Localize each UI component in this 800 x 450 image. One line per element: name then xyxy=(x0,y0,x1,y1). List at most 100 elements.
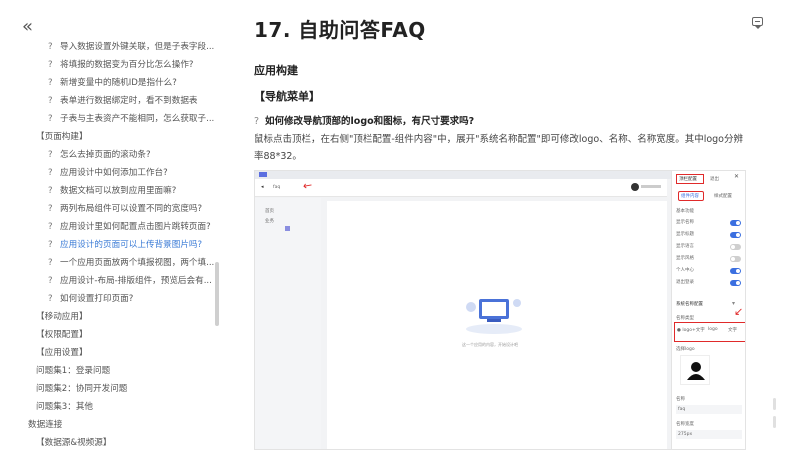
sidebar-question-item[interactable]: ? 子表与主表资产不能相同，怎么获取子... xyxy=(48,113,216,125)
avatar xyxy=(631,183,639,191)
config-panel: 顶栏配置 退出 ✕ 组件内容 样式配置 基本功能 显示名称 显示标题 显示语言 显示风… xyxy=(671,171,745,449)
sidebar-category-item[interactable]: 【移动应用】 xyxy=(36,311,216,323)
width-input[interactable]: 275px xyxy=(676,430,742,439)
subsection-heading: 【导航菜单】 xyxy=(254,90,320,103)
config-row-toggle[interactable] xyxy=(730,256,741,262)
mock-nav-item: 首页 xyxy=(265,209,274,214)
question-icon: ? xyxy=(48,186,53,196)
sidebar-item-label: 问题集1：登录问题 xyxy=(36,366,111,376)
question-icon: ? xyxy=(48,276,53,286)
mock-nav-item: 业务 xyxy=(265,219,274,224)
sidebar-item-label: 一个应用页面放两个填报视图，两个填... xyxy=(60,258,215,268)
red-arrow-icon: ↙ xyxy=(300,177,316,194)
sidebar-question-item[interactable]: ? 表单进行数据绑定时，看不到数据表 xyxy=(48,95,216,107)
question-icon: ? xyxy=(48,60,53,70)
sidebar-question-item[interactable]: ? 应用设计-布局-排版组件，预览后会有... xyxy=(48,275,216,287)
config-row-label: 显示名称 xyxy=(676,220,694,225)
sidebar-category-item[interactable]: 问题集2：协同开发问题 xyxy=(36,383,216,395)
upload-logo-label: 选择logo xyxy=(676,347,695,352)
sidebar-question-item[interactable]: ? 导入数据设置外键关联，但是子表字段... xyxy=(48,41,216,53)
user-avatar-icon xyxy=(687,362,705,380)
question-text: 如何修改导航顶部的logo和图标，有尺寸要求吗? xyxy=(265,116,475,127)
sidebar-question-item[interactable]: ? 两列布局组件可以设置不同的宽度吗? xyxy=(48,203,216,215)
radio-text[interactable]: 文字 xyxy=(728,327,737,333)
question-icon: ? xyxy=(48,42,53,52)
question-icon: ? xyxy=(48,204,53,214)
config-row-toggle[interactable] xyxy=(730,268,741,274)
empty-state-text: 这一个应用的内容，开始设计吧 xyxy=(462,342,518,347)
config-row-label: 显示标题 xyxy=(676,232,694,237)
config-row-toggle[interactable] xyxy=(730,220,741,226)
page-title: 17. 自助问答FAQ xyxy=(254,18,426,42)
feedback-icon[interactable] xyxy=(752,17,763,29)
back-icon: ◂ xyxy=(261,184,264,190)
config-row-toggle[interactable] xyxy=(730,244,741,250)
sidebar-category-item[interactable]: 问题集3：其他 xyxy=(36,401,216,413)
sidebar-category-item[interactable]: 【页面构建】 xyxy=(36,131,216,143)
config-row-label: 个人中心 xyxy=(676,268,694,273)
question-icon: ? xyxy=(254,116,260,127)
sidebar-question-item[interactable]: ? 应用设计的页面可以上传背景图片吗? xyxy=(48,239,216,251)
nav-marker-icon xyxy=(285,226,290,231)
radio-logo-text[interactable]: ● logo+文字 xyxy=(677,327,705,333)
question-icon: ? xyxy=(48,258,53,268)
user-name-placeholder xyxy=(641,185,661,188)
tab-style[interactable]: 样式配置 xyxy=(714,193,732,199)
sidebar-question-item[interactable]: ? 怎么去掉页面的滚动条? xyxy=(48,149,216,161)
panel-title: 顶栏配置 xyxy=(679,177,697,182)
logo-preview[interactable] xyxy=(680,355,710,385)
sidebar-question-item[interactable]: ? 将填报的数据变为百分比怎么操作? xyxy=(48,59,216,71)
close-icon[interactable]: ✕ xyxy=(734,173,739,180)
config-row-label: 显示语言 xyxy=(676,244,694,249)
faq-content: 17. 自助问答FAQ 应用构建 【导航菜单】 ? 如何修改导航顶部的logo和图… xyxy=(248,0,800,450)
answer-paragraph: 鼠标点击顶栏，在右侧"顶栏配置-组件内容"中，展开"系统名称配置"即可修改log… xyxy=(254,134,743,162)
question-icon: ? xyxy=(48,78,53,88)
radio-logo[interactable]: logo xyxy=(708,327,718,332)
sidebar-question-item[interactable]: ? 一个应用页面放两个填报视图，两个填... xyxy=(48,257,216,269)
config-row-toggle[interactable] xyxy=(730,280,741,286)
width-label: 名称宽度 xyxy=(676,422,694,427)
mock-app-name: faq xyxy=(273,185,281,190)
section-heading: 应用构建 xyxy=(254,64,298,77)
scroll-indicator[interactable] xyxy=(773,398,776,410)
sidebar-item-label: 应用设计中如何添加工作台? xyxy=(60,168,168,178)
name-label: 名称 xyxy=(676,397,685,402)
question-icon: ? xyxy=(48,114,53,124)
sidebar-item-label: 【移动应用】 xyxy=(36,312,88,322)
sidebar-item-label: 如何设置打印页面? xyxy=(60,294,134,304)
sidebar-question-item[interactable]: ? 数据文档可以放到应用里面嘛? xyxy=(48,185,216,197)
sidebar-item-label: 两列布局组件可以设置不同的宽度吗? xyxy=(60,204,203,214)
name-input[interactable]: faq xyxy=(676,405,742,414)
question-icon: ? xyxy=(48,240,53,250)
sidebar-item-label: 子表与主表资产不能相同，怎么获取子... xyxy=(60,114,215,124)
question-icon: ? xyxy=(48,150,53,160)
panel-tab-exit[interactable]: 退出 xyxy=(710,176,719,182)
config-row-label: 退出登录 xyxy=(676,280,694,285)
collapse-sidebar-icon[interactable]: « xyxy=(22,18,33,36)
system-name-config[interactable]: 系统名称配置 xyxy=(676,301,703,307)
sidebar-item-label: 应用设计-布局-排版组件，预览后会有... xyxy=(60,276,212,286)
sidebar-question-item[interactable]: ? 新增变量中的随机ID是指什么? xyxy=(48,77,216,89)
sidebar-category-item[interactable]: 数据连接 xyxy=(28,419,216,431)
embedded-screenshot: ◂ faq ↙ 首页 业务 这一个应用的内容，开始设计吧 顶栏配置 退出 ✕ 组… xyxy=(254,170,746,450)
question-icon: ? xyxy=(48,96,53,106)
mock-side-nav: 首页 业务 xyxy=(255,198,321,449)
red-arrow-icon: ↙ xyxy=(734,305,744,318)
scroll-indicator[interactable] xyxy=(773,416,776,428)
sidebar-item-label: 怎么去掉页面的滚动条? xyxy=(60,150,151,160)
sidebar-category-item[interactable]: 问题集1：登录问题 xyxy=(36,365,216,377)
empty-state-illustration-icon xyxy=(466,299,522,334)
sidebar-question-item[interactable]: ? 应用设计里如何配置点击图片跳转页面? xyxy=(48,221,216,233)
sidebar-question-item[interactable]: ? 应用设计中如何添加工作台? xyxy=(48,167,216,179)
config-row-label: 显示风格 xyxy=(676,256,694,261)
sidebar-category-item[interactable]: 【权限配置】 xyxy=(36,329,216,341)
sidebar-scrollbar[interactable] xyxy=(215,262,219,326)
sidebar-question-item[interactable]: ? 如何设置打印页面? xyxy=(48,293,216,305)
mock-topbar: ◂ faq ↙ xyxy=(255,177,667,197)
config-row-toggle[interactable] xyxy=(730,232,741,238)
tab-content[interactable]: 组件内容 xyxy=(681,193,699,199)
question-icon: ? xyxy=(48,294,53,304)
sidebar-category-item[interactable]: 【数据源&视频源】 xyxy=(36,437,216,449)
sidebar-category-item[interactable]: 【应用设置】 xyxy=(36,347,216,359)
sidebar-item-label: 问题集3：其他 xyxy=(36,402,94,412)
